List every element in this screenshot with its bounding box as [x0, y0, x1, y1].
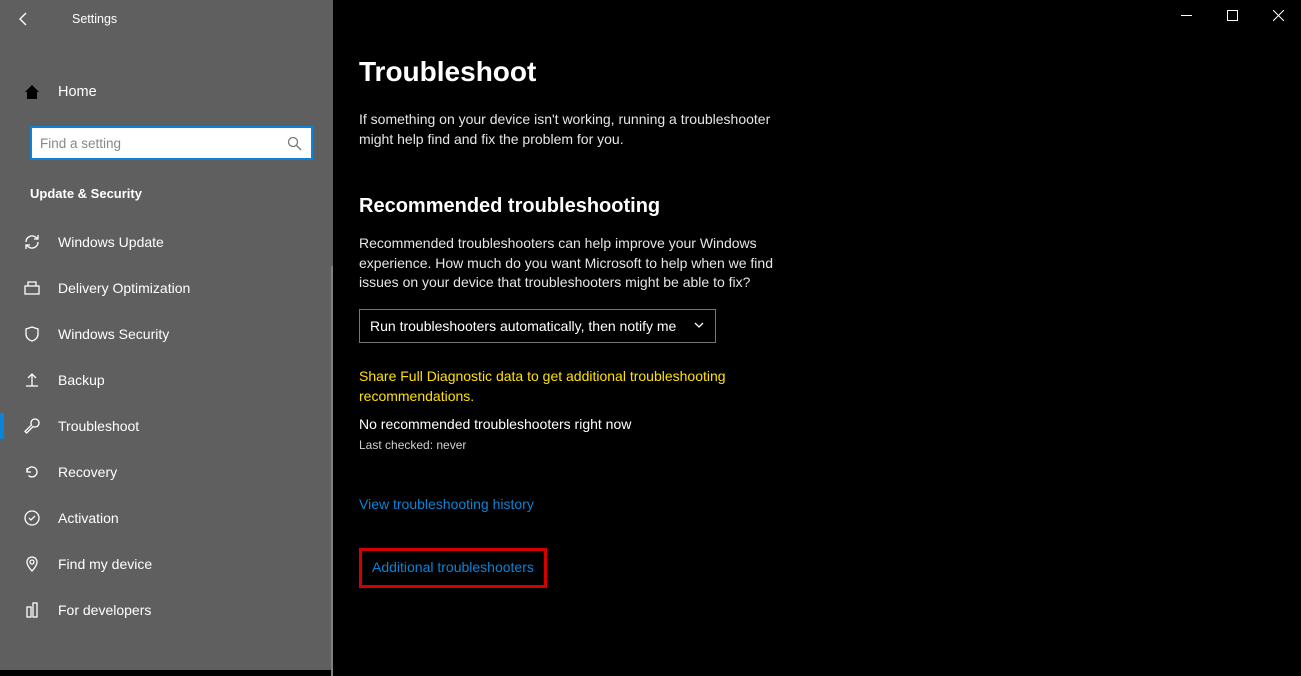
sidebar: Home Update & Security Windows Update De… — [0, 38, 333, 670]
status-text: No recommended troubleshooters right now — [359, 416, 1301, 432]
chevron-down-icon — [693, 318, 705, 334]
diagnostic-warning-link[interactable]: Share Full Diagnostic data to get additi… — [359, 367, 759, 406]
sidebar-item-find-my-device[interactable]: Find my device — [0, 541, 333, 587]
sidebar-item-recovery[interactable]: Recovery — [0, 449, 333, 495]
maximize-button[interactable] — [1209, 0, 1255, 30]
sidebar-item-label: Recovery — [58, 464, 117, 480]
location-icon — [22, 554, 42, 574]
sync-icon — [22, 232, 42, 252]
section-heading: Recommended troubleshooting — [359, 195, 1301, 218]
search-input-wrap[interactable] — [30, 126, 313, 160]
wrench-icon — [22, 416, 42, 436]
home-icon — [22, 82, 42, 102]
back-button[interactable] — [0, 0, 48, 38]
sidebar-item-windows-security[interactable]: Windows Security — [0, 311, 333, 357]
sidebar-item-backup[interactable]: Backup — [0, 357, 333, 403]
close-button[interactable] — [1255, 0, 1301, 30]
sidebar-item-label: Windows Update — [58, 234, 164, 250]
sidebar-item-label: Find my device — [58, 556, 152, 572]
intro-text: If something on your device isn't workin… — [359, 110, 779, 149]
sidebar-item-label: Windows Security — [58, 326, 169, 342]
app-title: Settings — [72, 12, 117, 26]
developer-icon — [22, 600, 42, 620]
sidebar-scrollbar[interactable] — [331, 266, 333, 676]
minimize-button[interactable] — [1163, 0, 1209, 30]
search-input[interactable] — [32, 136, 277, 151]
check-circle-icon — [22, 508, 42, 528]
sidebar-item-for-developers[interactable]: For developers — [0, 587, 333, 633]
sidebar-item-label: Delivery Optimization — [58, 280, 190, 296]
sidebar-item-troubleshoot[interactable]: Troubleshoot — [0, 403, 333, 449]
sidebar-item-label: For developers — [58, 602, 151, 618]
section-text: Recommended troubleshooters can help imp… — [359, 234, 799, 293]
sidebar-item-label: Troubleshoot — [58, 418, 139, 434]
main-content: Troubleshoot If something on your device… — [333, 38, 1301, 670]
home-nav[interactable]: Home — [0, 70, 333, 114]
home-label: Home — [58, 84, 97, 100]
additional-troubleshooters-link[interactable]: Additional troubleshooters — [372, 559, 534, 575]
recovery-icon — [22, 462, 42, 482]
highlight-box: Additional troubleshooters — [359, 548, 547, 588]
sidebar-item-windows-update[interactable]: Windows Update — [0, 219, 333, 265]
sidebar-item-label: Activation — [58, 510, 119, 526]
last-checked-text: Last checked: never — [359, 438, 1301, 452]
sidebar-item-activation[interactable]: Activation — [0, 495, 333, 541]
backup-icon — [22, 370, 42, 390]
view-history-link[interactable]: View troubleshooting history — [359, 496, 534, 512]
troubleshoot-frequency-dropdown[interactable]: Run troubleshooters automatically, then … — [359, 309, 716, 343]
sidebar-item-label: Backup — [58, 372, 105, 388]
dropdown-value: Run troubleshooters automatically, then … — [370, 318, 676, 334]
delivery-icon — [22, 278, 42, 298]
search-icon — [277, 136, 311, 151]
sidebar-item-delivery-optimization[interactable]: Delivery Optimization — [0, 265, 333, 311]
shield-icon — [22, 324, 42, 344]
sidebar-section-title: Update & Security — [0, 172, 333, 219]
page-title: Troubleshoot — [359, 56, 1301, 88]
